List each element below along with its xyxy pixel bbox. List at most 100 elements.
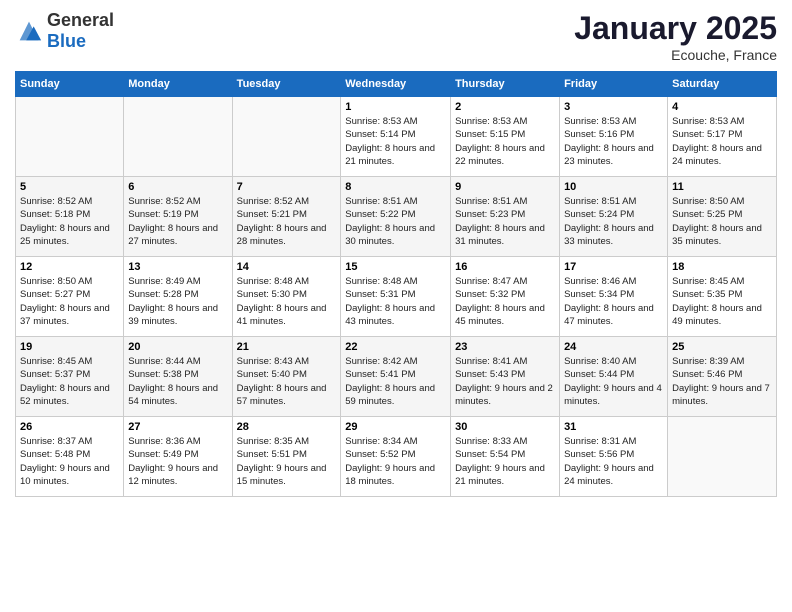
day-info: Sunrise: 8:45 AM Sunset: 5:37 PM Dayligh… xyxy=(20,355,119,408)
header: General Blue January 2025 Ecouche, Franc… xyxy=(15,10,777,63)
header-wednesday: Wednesday xyxy=(341,72,451,97)
table-row: 13Sunrise: 8:49 AM Sunset: 5:28 PM Dayli… xyxy=(124,257,232,337)
table-row: 14 Sunrise: 8:48 AM Sunset: 5:30 PM Dayli… xyxy=(232,257,341,337)
day-info: Sunrise: 8:36 AM Sunset: 5:49 PM Dayligh… xyxy=(128,435,227,488)
logo-text: General Blue xyxy=(47,10,114,52)
day-info: Sunrise: 8:47 AM Sunset: 5:32 PM Dayligh… xyxy=(455,275,555,328)
table-row: 25Sunrise: 8:39 AM Sunset: 5:46 PM Dayli… xyxy=(668,337,777,417)
day-number: 31 xyxy=(564,421,663,433)
day-number: 17 xyxy=(564,261,663,273)
header-tuesday: Tuesday xyxy=(232,72,341,97)
title-block: January 2025 Ecouche, France xyxy=(574,10,777,63)
table-row xyxy=(668,417,777,497)
calendar-week-row: 1Sunrise: 8:53 AM Sunset: 5:14 PM Daylig… xyxy=(16,97,777,177)
logo-blue: Blue xyxy=(47,31,86,51)
header-saturday: Saturday xyxy=(668,72,777,97)
day-info: Sunrise: 8:53 AM Sunset: 5:16 PM Dayligh… xyxy=(564,115,663,168)
day-number: 24 xyxy=(564,341,663,353)
table-row: 20 Sunrise: 8:44 AM Sunset: 5:38 PM Dayli… xyxy=(124,337,232,417)
day-number: 3 xyxy=(564,101,663,113)
day-number: 5 xyxy=(20,181,119,193)
day-number: 29 xyxy=(345,421,446,433)
day-number: 4 xyxy=(672,101,772,113)
table-row: 18 Sunrise: 8:45 AM Sunset: 5:35 PM Dayli… xyxy=(668,257,777,337)
table-row: 5 Sunrise: 8:52 AM Sunset: 5:18 PM Daylig… xyxy=(16,177,124,257)
day-number: 12 xyxy=(20,261,119,273)
table-row: 21 Sunrise: 8:43 AM Sunset: 5:40 PM Dayli… xyxy=(232,337,341,417)
day-info: Sunrise: 8:45 AM Sunset: 5:35 PM Dayligh… xyxy=(672,275,772,328)
weekday-header-row: Sunday Monday Tuesday Wednesday Thursday… xyxy=(16,72,777,97)
table-row: 11Sunrise: 8:50 AM Sunset: 5:25 PM Dayli… xyxy=(668,177,777,257)
calendar-week-row: 26Sunrise: 8:37 AM Sunset: 5:48 PM Dayli… xyxy=(16,417,777,497)
day-info: Sunrise: 8:52 AM Sunset: 5:19 PM Dayligh… xyxy=(128,195,227,248)
day-info: Sunrise: 8:51 AM Sunset: 5:22 PM Dayligh… xyxy=(345,195,446,248)
day-info: Sunrise: 8:48 AM Sunset: 5:31 PM Dayligh… xyxy=(345,275,446,328)
calendar-week-row: 19Sunrise: 8:45 AM Sunset: 5:37 PM Dayli… xyxy=(16,337,777,417)
table-row: 19Sunrise: 8:45 AM Sunset: 5:37 PM Dayli… xyxy=(16,337,124,417)
day-info: Sunrise: 8:31 AM Sunset: 5:56 PM Dayligh… xyxy=(564,435,663,488)
header-monday: Monday xyxy=(124,72,232,97)
table-row: 27 Sunrise: 8:36 AM Sunset: 5:49 PM Dayli… xyxy=(124,417,232,497)
table-row: 12 Sunrise: 8:50 AM Sunset: 5:27 PM Dayli… xyxy=(16,257,124,337)
day-number: 13 xyxy=(128,261,227,273)
day-number: 26 xyxy=(20,421,119,433)
logo-general: General xyxy=(47,10,114,30)
table-row: 22Sunrise: 8:42 AM Sunset: 5:41 PM Dayli… xyxy=(341,337,451,417)
table-row: 3 Sunrise: 8:53 AM Sunset: 5:16 PM Daylig… xyxy=(560,97,668,177)
day-info: Sunrise: 8:40 AM Sunset: 5:44 PM Dayligh… xyxy=(564,355,663,408)
table-row: 23 Sunrise: 8:41 AM Sunset: 5:43 PM Dayli… xyxy=(451,337,560,417)
day-number: 9 xyxy=(455,181,555,193)
day-number: 15 xyxy=(345,261,446,273)
table-row: 28 Sunrise: 8:35 AM Sunset: 5:51 PM Dayli… xyxy=(232,417,341,497)
day-info: Sunrise: 8:46 AM Sunset: 5:34 PM Dayligh… xyxy=(564,275,663,328)
location: Ecouche, France xyxy=(574,47,777,63)
page-container: General Blue January 2025 Ecouche, Franc… xyxy=(0,0,792,507)
day-info: Sunrise: 8:41 AM Sunset: 5:43 PM Dayligh… xyxy=(455,355,555,408)
day-info: Sunrise: 8:33 AM Sunset: 5:54 PM Dayligh… xyxy=(455,435,555,488)
day-info: Sunrise: 8:53 AM Sunset: 5:15 PM Dayligh… xyxy=(455,115,555,168)
day-number: 27 xyxy=(128,421,227,433)
day-number: 30 xyxy=(455,421,555,433)
day-info: Sunrise: 8:53 AM Sunset: 5:14 PM Dayligh… xyxy=(345,115,446,168)
table-row: 4 Sunrise: 8:53 AM Sunset: 5:17 PM Daylig… xyxy=(668,97,777,177)
day-info: Sunrise: 8:53 AM Sunset: 5:17 PM Dayligh… xyxy=(672,115,772,168)
header-thursday: Thursday xyxy=(451,72,560,97)
day-number: 23 xyxy=(455,341,555,353)
table-row xyxy=(16,97,124,177)
table-row: 9Sunrise: 8:51 AM Sunset: 5:23 PM Daylig… xyxy=(451,177,560,257)
table-row: 6 Sunrise: 8:52 AM Sunset: 5:19 PM Daylig… xyxy=(124,177,232,257)
table-row: 7Sunrise: 8:52 AM Sunset: 5:21 PM Daylig… xyxy=(232,177,341,257)
day-number: 8 xyxy=(345,181,446,193)
day-info: Sunrise: 8:43 AM Sunset: 5:40 PM Dayligh… xyxy=(237,355,337,408)
day-number: 20 xyxy=(128,341,227,353)
calendar-week-row: 5 Sunrise: 8:52 AM Sunset: 5:18 PM Daylig… xyxy=(16,177,777,257)
day-info: Sunrise: 8:50 AM Sunset: 5:25 PM Dayligh… xyxy=(672,195,772,248)
day-info: Sunrise: 8:35 AM Sunset: 5:51 PM Dayligh… xyxy=(237,435,337,488)
day-number: 21 xyxy=(237,341,337,353)
day-number: 2 xyxy=(455,101,555,113)
day-number: 16 xyxy=(455,261,555,273)
day-number: 18 xyxy=(672,261,772,273)
month-title: January 2025 xyxy=(574,10,777,47)
table-row: 16 Sunrise: 8:47 AM Sunset: 5:32 PM Dayli… xyxy=(451,257,560,337)
logo-icon xyxy=(15,17,43,45)
day-number: 6 xyxy=(128,181,227,193)
day-info: Sunrise: 8:44 AM Sunset: 5:38 PM Dayligh… xyxy=(128,355,227,408)
table-row: 26Sunrise: 8:37 AM Sunset: 5:48 PM Dayli… xyxy=(16,417,124,497)
day-number: 25 xyxy=(672,341,772,353)
day-info: Sunrise: 8:34 AM Sunset: 5:52 PM Dayligh… xyxy=(345,435,446,488)
day-number: 28 xyxy=(237,421,337,433)
calendar-table: Sunday Monday Tuesday Wednesday Thursday… xyxy=(15,71,777,497)
header-sunday: Sunday xyxy=(16,72,124,97)
day-info: Sunrise: 8:48 AM Sunset: 5:30 PM Dayligh… xyxy=(237,275,337,328)
day-info: Sunrise: 8:50 AM Sunset: 5:27 PM Dayligh… xyxy=(20,275,119,328)
day-number: 22 xyxy=(345,341,446,353)
table-row: 29 Sunrise: 8:34 AM Sunset: 5:52 PM Dayli… xyxy=(341,417,451,497)
header-friday: Friday xyxy=(560,72,668,97)
day-number: 14 xyxy=(237,261,337,273)
table-row: 30 Sunrise: 8:33 AM Sunset: 5:54 PM Dayli… xyxy=(451,417,560,497)
table-row: 17 Sunrise: 8:46 AM Sunset: 5:34 PM Dayli… xyxy=(560,257,668,337)
day-number: 10 xyxy=(564,181,663,193)
day-info: Sunrise: 8:52 AM Sunset: 5:18 PM Dayligh… xyxy=(20,195,119,248)
table-row: 24 Sunrise: 8:40 AM Sunset: 5:44 PM Dayli… xyxy=(560,337,668,417)
